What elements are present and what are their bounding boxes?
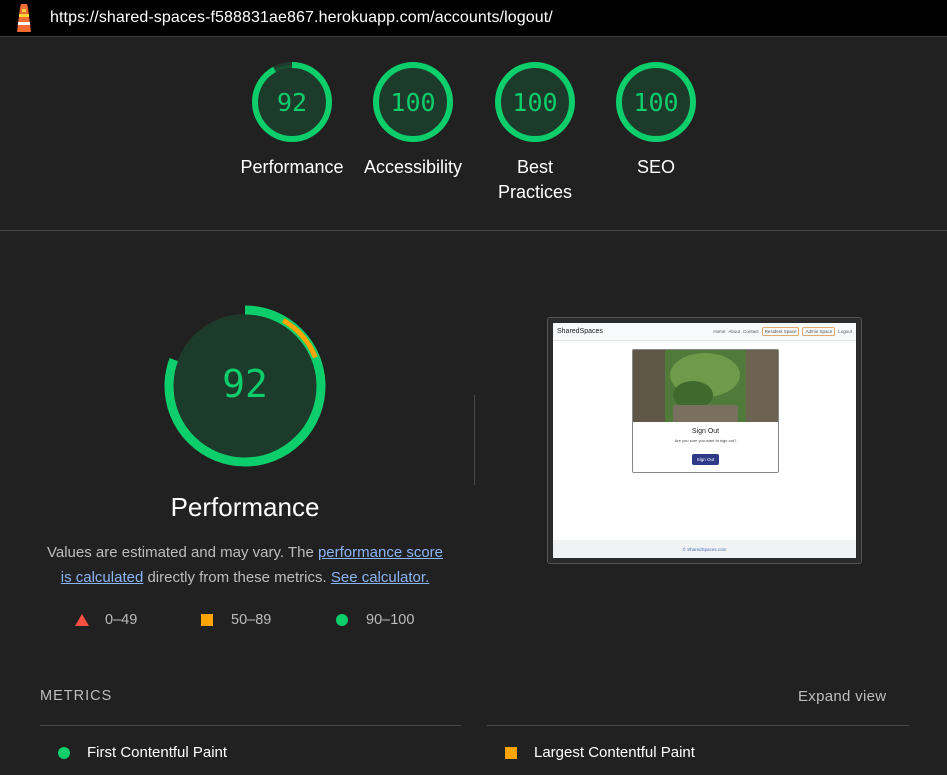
gauge-seo[interactable]: 100 SEO bbox=[596, 61, 716, 180]
thumb-footer: © SharedSpaces.com bbox=[553, 540, 856, 558]
gauge-score: 100 bbox=[633, 87, 679, 117]
metric-first-contentful-paint: First Contentful Paint bbox=[58, 744, 227, 761]
page-url[interactable]: https://shared-spaces-f588831ae867.herok… bbox=[50, 9, 553, 27]
thumb-signout-button: Sign Out bbox=[692, 454, 719, 465]
gauge-score: 92 bbox=[276, 87, 308, 117]
divider bbox=[474, 395, 475, 485]
gauge-label: Accessibility bbox=[363, 157, 463, 177]
performance-description: Values are estimated and may vary. The p… bbox=[40, 540, 450, 590]
gauge-score: 100 bbox=[512, 87, 558, 117]
divider bbox=[40, 725, 461, 726]
gauge-label: Performance bbox=[240, 157, 344, 177]
circle-icon bbox=[336, 614, 348, 626]
legend-label: 50–89 bbox=[231, 612, 272, 628]
gauge-best-practices[interactable]: 100 Best Practices bbox=[475, 61, 595, 205]
thumb-nav-pill: Resident Space bbox=[761, 327, 800, 336]
thumb-card-image bbox=[633, 350, 778, 422]
legend-label: 90–100 bbox=[366, 612, 415, 628]
thumb-nav-link: Logout bbox=[838, 329, 852, 334]
legend-label: 0–49 bbox=[105, 612, 138, 628]
desc-text: Values are estimated and may vary. The bbox=[46, 544, 318, 561]
thumb-nav-link: About bbox=[728, 329, 741, 334]
thumb-nav-link: Home bbox=[713, 329, 726, 334]
metrics-heading: METRICS bbox=[40, 688, 113, 704]
thumb-navbar: SharedSpaces Home About Contact Resident… bbox=[553, 323, 856, 341]
pass-circle-icon bbox=[58, 746, 70, 759]
score-legend: 0–49 50–89 90–100 bbox=[0, 612, 480, 634]
square-icon bbox=[201, 614, 213, 626]
triangle-icon bbox=[75, 614, 89, 626]
thumb-card: Sign Out Are you sure you want to sign o… bbox=[632, 349, 779, 473]
desc-text: directly from these metrics. bbox=[143, 569, 331, 586]
gauge-accessibility[interactable]: 100 Accessibility bbox=[353, 61, 473, 180]
gauge-performance[interactable]: 92 Performance bbox=[232, 61, 352, 180]
metric-largest-contentful-paint: Largest Contentful Paint bbox=[505, 744, 695, 761]
legend-average: 50–89 bbox=[201, 612, 271, 628]
expand-view-toggle[interactable]: Expand view bbox=[798, 688, 886, 705]
thumb-card-text: Are you sure you want to sign out? bbox=[674, 438, 737, 443]
divider bbox=[487, 725, 909, 726]
thumb-brand: SharedSpaces bbox=[557, 328, 603, 335]
screenshot-image: SharedSpaces Home About Contact Resident… bbox=[553, 323, 856, 558]
metric-name: Largest Contentful Paint bbox=[534, 744, 695, 761]
thumb-nav-links: Home About Contact Resident Space Admin … bbox=[713, 327, 852, 336]
legend-pass: 90–100 bbox=[336, 612, 414, 628]
average-square-icon bbox=[505, 746, 517, 759]
thumb-nav-link: Contact bbox=[743, 329, 759, 334]
see-calculator-link[interactable]: See calculator. bbox=[331, 569, 429, 586]
performance-score: 92 bbox=[222, 362, 268, 406]
address-bar: https://shared-spaces-f588831ae867.herok… bbox=[0, 0, 947, 37]
final-screenshot[interactable]: SharedSpaces Home About Contact Resident… bbox=[547, 317, 862, 564]
gauge-label: SEO bbox=[636, 157, 675, 177]
metric-name: First Contentful Paint bbox=[87, 744, 228, 761]
score-gauges: 92 Performance 100 Accessibility 100 Bes… bbox=[0, 37, 947, 231]
gauge-score: 100 bbox=[390, 87, 436, 117]
gauge-label: Best Practices bbox=[497, 157, 573, 202]
legend-fail: 0–49 bbox=[75, 612, 137, 628]
thumb-nav-pill: Admin Space bbox=[802, 327, 836, 336]
performance-title: Performance bbox=[170, 492, 320, 522]
lighthouse-icon bbox=[17, 4, 31, 32]
thumb-card-title: Sign Out bbox=[691, 428, 720, 435]
